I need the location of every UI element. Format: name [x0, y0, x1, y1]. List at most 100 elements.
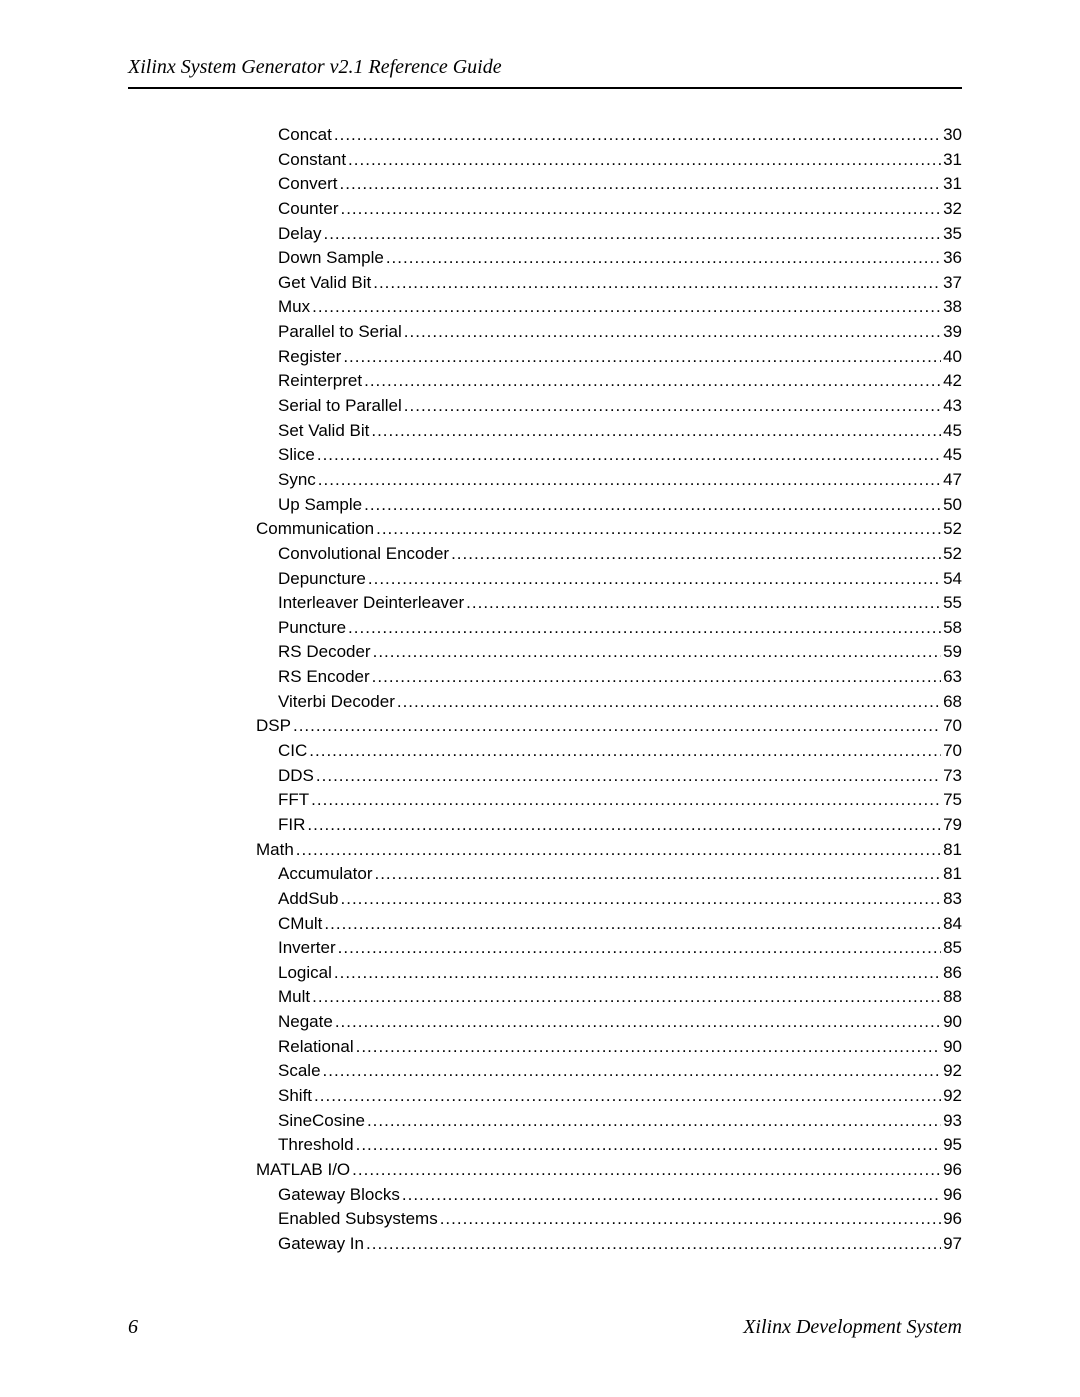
toc-row[interactable]: FFT75	[234, 788, 962, 813]
toc-page-number: 50	[943, 493, 962, 518]
toc-row[interactable]: Puncture58	[234, 616, 962, 641]
toc-label: Counter	[278, 197, 338, 222]
toc-leader	[397, 690, 941, 715]
toc-page-number: 95	[943, 1133, 962, 1158]
toc-label: Slice	[278, 443, 315, 468]
toc-row[interactable]: Negate 90	[234, 1010, 962, 1035]
toc-page-number: 96	[943, 1207, 962, 1232]
toc-row[interactable]: Interleaver Deinterleaver55	[234, 591, 962, 616]
toc-row[interactable]: Convert31	[234, 172, 962, 197]
toc-row[interactable]: CMult84	[234, 912, 962, 937]
toc-label: Gateway Blocks	[278, 1183, 400, 1208]
toc-page-number: 90	[943, 1010, 962, 1035]
toc-row[interactable]: DDS73	[234, 764, 962, 789]
toc-page-number: 68	[943, 690, 962, 715]
toc-row[interactable]: Gateway Blocks96	[234, 1183, 962, 1208]
toc-row[interactable]: Scale92	[234, 1059, 962, 1084]
toc-row[interactable]: Set Valid Bit45	[234, 419, 962, 444]
toc-leader	[373, 640, 941, 665]
toc-leader	[440, 1207, 941, 1232]
toc-label: Reinterpret	[278, 369, 362, 394]
toc-leader	[348, 148, 941, 173]
toc-row[interactable]: Communication52	[234, 517, 962, 542]
toc-page-number: 45	[943, 443, 962, 468]
toc-row[interactable]: Concat30	[234, 123, 962, 148]
toc-row[interactable]: Math81	[234, 838, 962, 863]
toc-row[interactable]: MATLAB I/O 96	[234, 1158, 962, 1183]
header-title: Xilinx System Generator v2.1 Reference G…	[128, 56, 962, 79]
toc-label: Inverter	[278, 936, 336, 961]
toc-label: Constant	[278, 148, 346, 173]
toc-label: Down Sample	[278, 246, 384, 271]
toc-row[interactable]: FIR79	[234, 813, 962, 838]
toc-row[interactable]: Accumulator81	[234, 862, 962, 887]
toc-label: Interleaver Deinterleaver	[278, 591, 464, 616]
toc-row[interactable]: Logical86	[234, 961, 962, 986]
toc-row[interactable]: Delay35	[234, 222, 962, 247]
toc-leader	[368, 567, 941, 592]
toc-leader	[341, 887, 942, 912]
toc-row[interactable]: RS Encoder63	[234, 665, 962, 690]
toc-label: MATLAB I/O	[256, 1158, 350, 1183]
toc-leader	[335, 1010, 941, 1035]
toc-page-number: 39	[943, 320, 962, 345]
toc-page-number: 58	[943, 616, 962, 641]
toc-leader	[404, 394, 941, 419]
toc-label: Convolutional Encoder	[278, 542, 449, 567]
toc-leader	[334, 961, 941, 986]
toc-row[interactable]: Convolutional Encoder 52	[234, 542, 962, 567]
toc-leader	[364, 493, 941, 518]
toc-page-number: 90	[943, 1035, 962, 1060]
toc-row[interactable]: SineCosine93	[234, 1109, 962, 1134]
toc-leader	[371, 419, 941, 444]
toc-page-number: 84	[943, 912, 962, 937]
toc-label: Register	[278, 345, 341, 370]
toc-label: FIR	[278, 813, 305, 838]
toc-row[interactable]: Enabled Subsystems96	[234, 1207, 962, 1232]
toc-page-number: 40	[943, 345, 962, 370]
toc-row[interactable]: Relational90	[234, 1035, 962, 1060]
toc-label: Negate	[278, 1010, 333, 1035]
toc-row[interactable]: Shift92	[234, 1084, 962, 1109]
toc-row[interactable]: Down Sample36	[234, 246, 962, 271]
toc-leader	[312, 985, 941, 1010]
toc-row[interactable]: Depuncture54	[234, 567, 962, 592]
toc-row[interactable]: Register 40	[234, 345, 962, 370]
toc-page-number: 31	[943, 148, 962, 173]
toc-row[interactable]: Constant 31	[234, 148, 962, 173]
toc-row[interactable]: RS Decoder 59	[234, 640, 962, 665]
toc-row[interactable]: Reinterpret 42	[234, 369, 962, 394]
toc-label: Mult	[278, 985, 310, 1010]
toc-row[interactable]: Inverter85	[234, 936, 962, 961]
toc-row[interactable]: Threshold95	[234, 1133, 962, 1158]
toc-label: Set Valid Bit	[278, 419, 369, 444]
toc-row[interactable]: Up Sample50	[234, 493, 962, 518]
toc-page-number: 30	[943, 123, 962, 148]
toc-page-number: 42	[943, 369, 962, 394]
toc-label: FFT	[278, 788, 309, 813]
toc-page-number: 38	[943, 295, 962, 320]
toc-page-number: 96	[943, 1158, 962, 1183]
toc-page-number: 59	[943, 640, 962, 665]
toc-row[interactable]: AddSub83	[234, 887, 962, 912]
toc-row[interactable]: Serial to Parallel43	[234, 394, 962, 419]
toc-row[interactable]: CIC70	[234, 739, 962, 764]
toc-row[interactable]: Viterbi Decoder 68	[234, 690, 962, 715]
toc-row[interactable]: Mult88	[234, 985, 962, 1010]
toc-page-number: 52	[943, 542, 962, 567]
toc-page-number: 43	[943, 394, 962, 419]
toc-row[interactable]: Get Valid Bit37	[234, 271, 962, 296]
toc-row[interactable]: Counter32	[234, 197, 962, 222]
toc-row[interactable]: Parallel to Serial39	[234, 320, 962, 345]
toc-leader	[356, 1133, 941, 1158]
toc-label: RS Decoder	[278, 640, 371, 665]
toc-row[interactable]: Sync47	[234, 468, 962, 493]
toc-leader	[324, 912, 941, 937]
toc-label: Viterbi Decoder	[278, 690, 395, 715]
toc-label: Math	[256, 838, 294, 863]
toc-row[interactable]: Gateway In97	[234, 1232, 962, 1257]
toc-row[interactable]: DSP70	[234, 714, 962, 739]
toc-row[interactable]: Mux38	[234, 295, 962, 320]
toc-row[interactable]: Slice 45	[234, 443, 962, 468]
toc-leader	[386, 246, 941, 271]
